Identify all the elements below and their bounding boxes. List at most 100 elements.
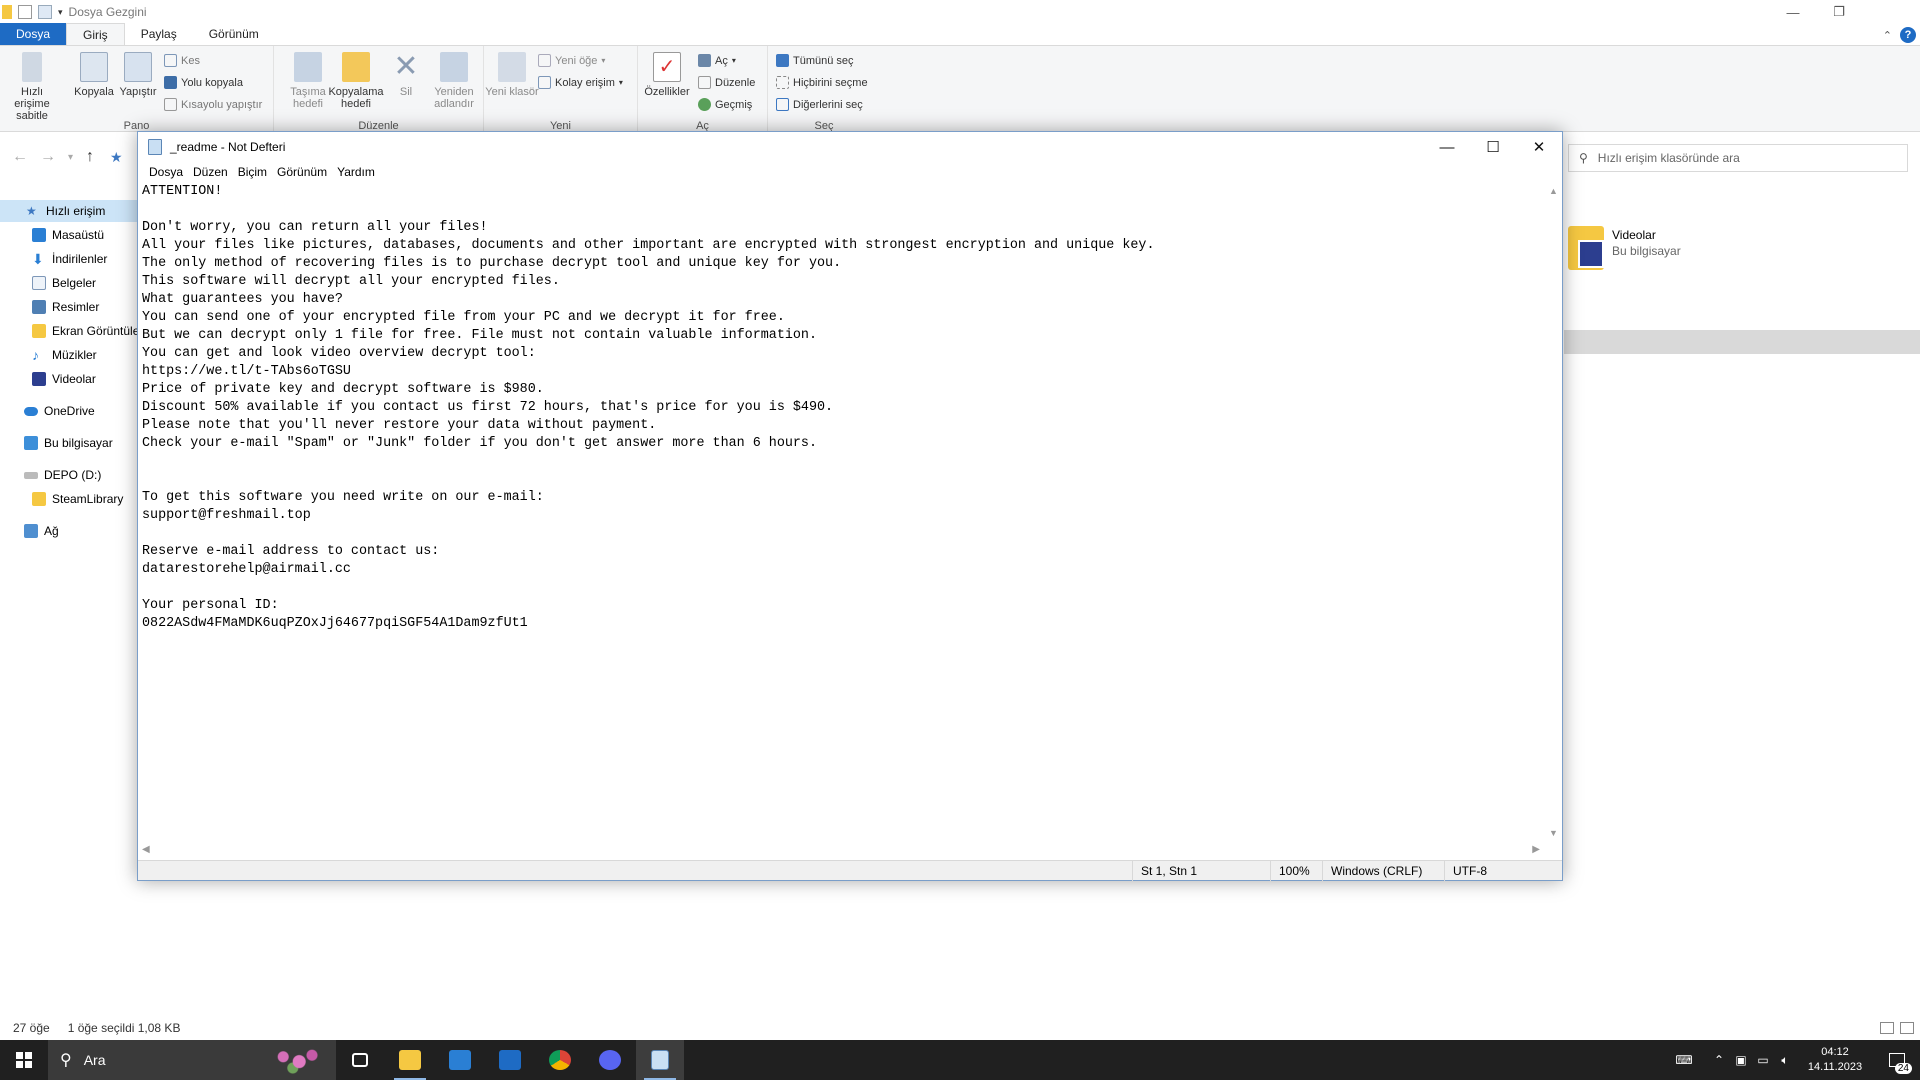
close-button[interactable]: ✕ — [1516, 132, 1562, 162]
properties-icon[interactable] — [18, 5, 32, 19]
drive-icon — [24, 471, 38, 479]
nav-item-onedrive[interactable]: OneDrive — [0, 400, 95, 422]
notepad-text-area[interactable]: ATTENTION! Don't worry, you can return a… — [142, 183, 1540, 843]
start-button[interactable] — [0, 1040, 48, 1080]
minimize-button[interactable]: — — [1424, 132, 1470, 162]
nav-item-documents[interactable]: Belgeler — [0, 272, 96, 294]
volume-icon[interactable]: 🔈︎ — [1774, 1040, 1796, 1080]
nav-item-pictures[interactable]: Resimler — [0, 296, 99, 318]
scissors-icon — [164, 54, 177, 67]
ribbon: Hızlı erişime sabitle Kopyala Yapıştır K… — [0, 46, 1920, 132]
videos-folder-icon — [1568, 226, 1604, 270]
ribbon-group-new: Yeni klasör Yeni öğe ▾ Kolay erişim ▾ Yeni — [484, 46, 638, 132]
keyboard-layout-icon[interactable]: ⌨ — [1660, 1040, 1708, 1080]
menu-edit[interactable]: Düzen — [188, 162, 233, 182]
quick-access-star-icon[interactable]: ★ — [110, 149, 123, 166]
menu-view[interactable]: Görünüm — [272, 162, 332, 182]
select-all-icon — [776, 54, 789, 67]
store-icon[interactable] — [436, 1040, 484, 1080]
help-icon[interactable]: ? — [1900, 27, 1916, 43]
nav-item-drive-d[interactable]: DEPO (D:) — [0, 464, 101, 486]
open-icon — [698, 54, 711, 67]
nav-item-downloads[interactable]: ⬇ İndirilenler — [0, 248, 107, 270]
minimize-button[interactable]: — — [1770, 0, 1816, 24]
paste-button[interactable]: Yapıştır — [110, 52, 166, 98]
ribbon-group-select: Tümünü seç Hiçbirini seçme Diğerlerini s… — [768, 46, 880, 132]
customize-quick-access-icon[interactable]: ▾ — [58, 7, 63, 18]
open-button[interactable]: Aç ▾ — [698, 54, 736, 67]
pin-icon — [22, 52, 42, 82]
horizontal-scrollbar[interactable]: ◀ ▶ — [138, 842, 1546, 860]
edit-button[interactable]: Düzenle — [698, 76, 755, 89]
nav-item-music[interactable]: ♪ Müzikler — [0, 344, 97, 366]
scroll-right-icon[interactable]: ▶ — [1532, 844, 1540, 855]
new-item-button[interactable]: Yeni öğe ▾ — [538, 54, 605, 67]
show-hidden-icons-icon[interactable]: ⌃ — [1708, 1040, 1730, 1080]
recent-locations-icon[interactable]: ▾ — [68, 152, 73, 163]
new-folder-icon[interactable] — [38, 5, 52, 19]
rename-button[interactable]: Yeniden adlandır — [424, 52, 484, 110]
notepad-icon[interactable] — [636, 1040, 684, 1080]
nav-item-desktop[interactable]: Masaüstü — [0, 224, 104, 246]
menu-format[interactable]: Biçim — [233, 162, 272, 182]
notepad-icon — [148, 139, 162, 155]
new-folder-icon — [498, 52, 526, 82]
invert-selection-button[interactable]: Diğerlerini seç — [776, 98, 863, 111]
tab-home[interactable]: Giriş — [66, 23, 125, 45]
nav-item-this-pc[interactable]: Bu bilgisayar — [0, 432, 113, 454]
maximize-button[interactable]: ☐ — [1470, 132, 1516, 162]
nav-item-steamlibrary[interactable]: SteamLibrary — [0, 488, 123, 510]
task-view-icon[interactable] — [336, 1040, 384, 1080]
search-box[interactable]: ⚲ Hızlı erişim klasöründe ara — [1568, 144, 1908, 172]
folder-icon — [32, 492, 46, 506]
cloud-icon — [24, 406, 38, 416]
mail-icon[interactable] — [486, 1040, 534, 1080]
chevron-up-icon[interactable]: ⌃ — [1883, 29, 1892, 42]
menu-help[interactable]: Yardım — [332, 162, 380, 182]
discord-icon[interactable] — [586, 1040, 634, 1080]
scroll-down-icon[interactable]: ▼ — [1545, 828, 1562, 838]
notepad-titlebar: _readme - Not Defteri — ☐ ✕ — [138, 132, 1562, 162]
cut-button[interactable]: Kes — [164, 54, 200, 67]
scroll-up-icon[interactable]: ▲ — [1545, 186, 1562, 196]
nav-item-screenshots[interactable]: Ekran Görüntüleri — [0, 320, 146, 342]
vertical-scrollbar[interactable]: ▲ ▼ — [1545, 182, 1562, 842]
back-arrow-icon[interactable]: ← — [12, 148, 28, 166]
restore-button[interactable]: ❐ — [1816, 0, 1862, 24]
nav-item-quick-access[interactable]: ★ Hızlı erişim — [0, 200, 140, 222]
menu-file[interactable]: Dosya — [144, 162, 188, 182]
tab-file[interactable]: Dosya — [0, 23, 67, 45]
selected-row[interactable] — [1564, 330, 1920, 354]
clock[interactable]: 04:12 14.11.2023 — [1796, 1045, 1874, 1075]
new-folder-button[interactable]: Yeni klasör — [484, 52, 540, 98]
delete-button[interactable]: ✕ Sil — [386, 52, 426, 99]
content-item-videos[interactable]: Videolar Bu bilgisayar — [1568, 226, 1681, 270]
forward-arrow-icon[interactable]: → — [40, 148, 56, 166]
chrome-icon[interactable] — [536, 1040, 584, 1080]
tab-share[interactable]: Paylaş — [125, 23, 193, 45]
large-icons-view-icon[interactable] — [1900, 1022, 1914, 1034]
properties-button[interactable]: ✓ Özellikler — [640, 52, 694, 98]
up-arrow-icon[interactable]: ↑ — [86, 148, 94, 166]
copy-path-button[interactable]: Yolu kopyala — [164, 76, 243, 89]
copy-to-button[interactable]: Kopyalama hedefi — [324, 52, 388, 110]
file-explorer-icon[interactable] — [386, 1040, 434, 1080]
details-view-icon[interactable] — [1880, 1022, 1894, 1034]
select-all-button[interactable]: Tümünü seç — [776, 54, 854, 67]
select-none-button[interactable]: Hiçbirini seçme — [776, 76, 868, 89]
new-item-icon — [538, 54, 551, 67]
paste-shortcut-button[interactable]: Kısayolu yapıştır — [164, 98, 262, 111]
nav-item-videos[interactable]: Videolar — [0, 368, 96, 390]
search-icon: ⚲ — [1579, 151, 1588, 165]
scroll-left-icon[interactable]: ◀ — [142, 844, 150, 855]
tab-view[interactable]: Görünüm — [193, 23, 275, 45]
close-button[interactable] — [1862, 0, 1920, 24]
nav-item-network[interactable]: Ağ — [0, 520, 59, 542]
meet-now-icon[interactable]: ▣ — [1730, 1040, 1752, 1080]
history-button[interactable]: Geçmiş — [698, 98, 752, 111]
easy-access-button[interactable]: Kolay erişim ▾ — [538, 76, 623, 89]
notification-center-button[interactable]: 24 — [1874, 1040, 1920, 1080]
network-icon[interactable]: ▭ — [1752, 1040, 1774, 1080]
taskbar-search[interactable]: ⚲ Ara — [48, 1040, 336, 1080]
pin-quick-access-button[interactable]: Hızlı erişime sabitle — [4, 52, 60, 122]
